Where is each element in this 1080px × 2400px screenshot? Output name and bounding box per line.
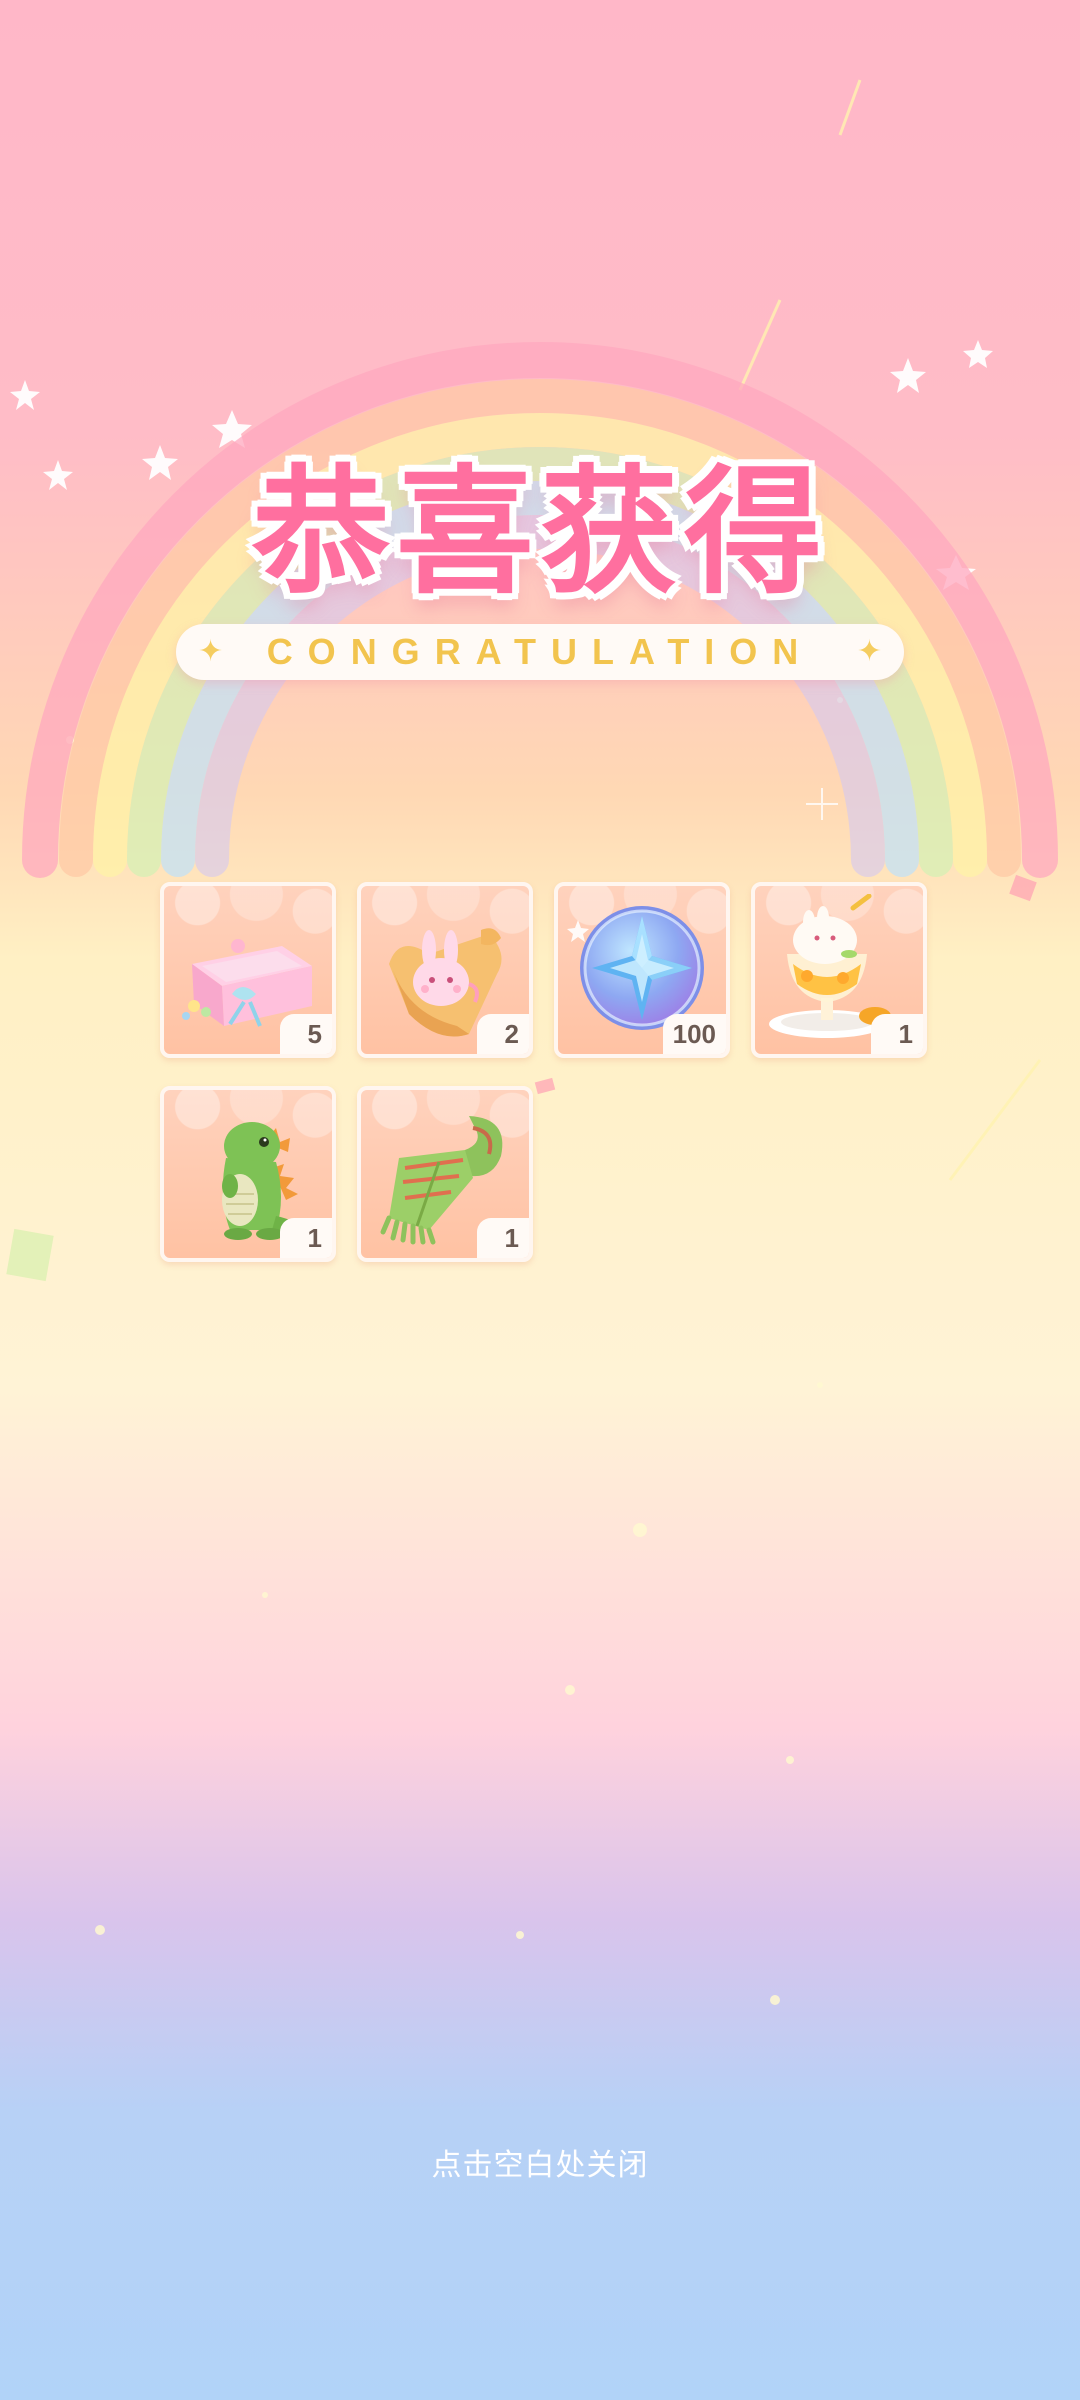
reward-item[interactable]: 1 bbox=[160, 1086, 336, 1262]
reward-screen[interactable]: 恭喜获得 ✦ CONGRATULATION ✦ 5 2 100 1 1 1 点击… bbox=[0, 0, 1080, 2400]
banner-text: CONGRATULATION bbox=[266, 631, 814, 672]
reward-quantity: 100 bbox=[662, 1014, 726, 1054]
sparkle-icon: ✦ bbox=[856, 635, 882, 668]
reward-quantity: 1 bbox=[477, 1218, 529, 1258]
reward-quantity: 1 bbox=[871, 1014, 923, 1054]
congratulations-title: 恭喜获得 bbox=[251, 452, 828, 613]
reward-quantity: 1 bbox=[280, 1218, 332, 1258]
sparkle-icon: ✦ bbox=[198, 635, 224, 668]
reward-item[interactable]: 100 bbox=[554, 882, 730, 1058]
reward-quantity: 5 bbox=[280, 1014, 332, 1054]
reward-item[interactable]: 5 bbox=[160, 882, 336, 1058]
reward-item[interactable]: 1 bbox=[751, 882, 927, 1058]
reward-quantity: 2 bbox=[477, 1014, 529, 1054]
reward-item[interactable]: 2 bbox=[357, 882, 533, 1058]
reward-item[interactable]: 1 bbox=[357, 1086, 533, 1262]
tap-to-close-hint[interactable]: 点击空白处关闭 bbox=[0, 2140, 1080, 2184]
congratulation-banner: ✦ CONGRATULATION ✦ bbox=[176, 624, 904, 680]
